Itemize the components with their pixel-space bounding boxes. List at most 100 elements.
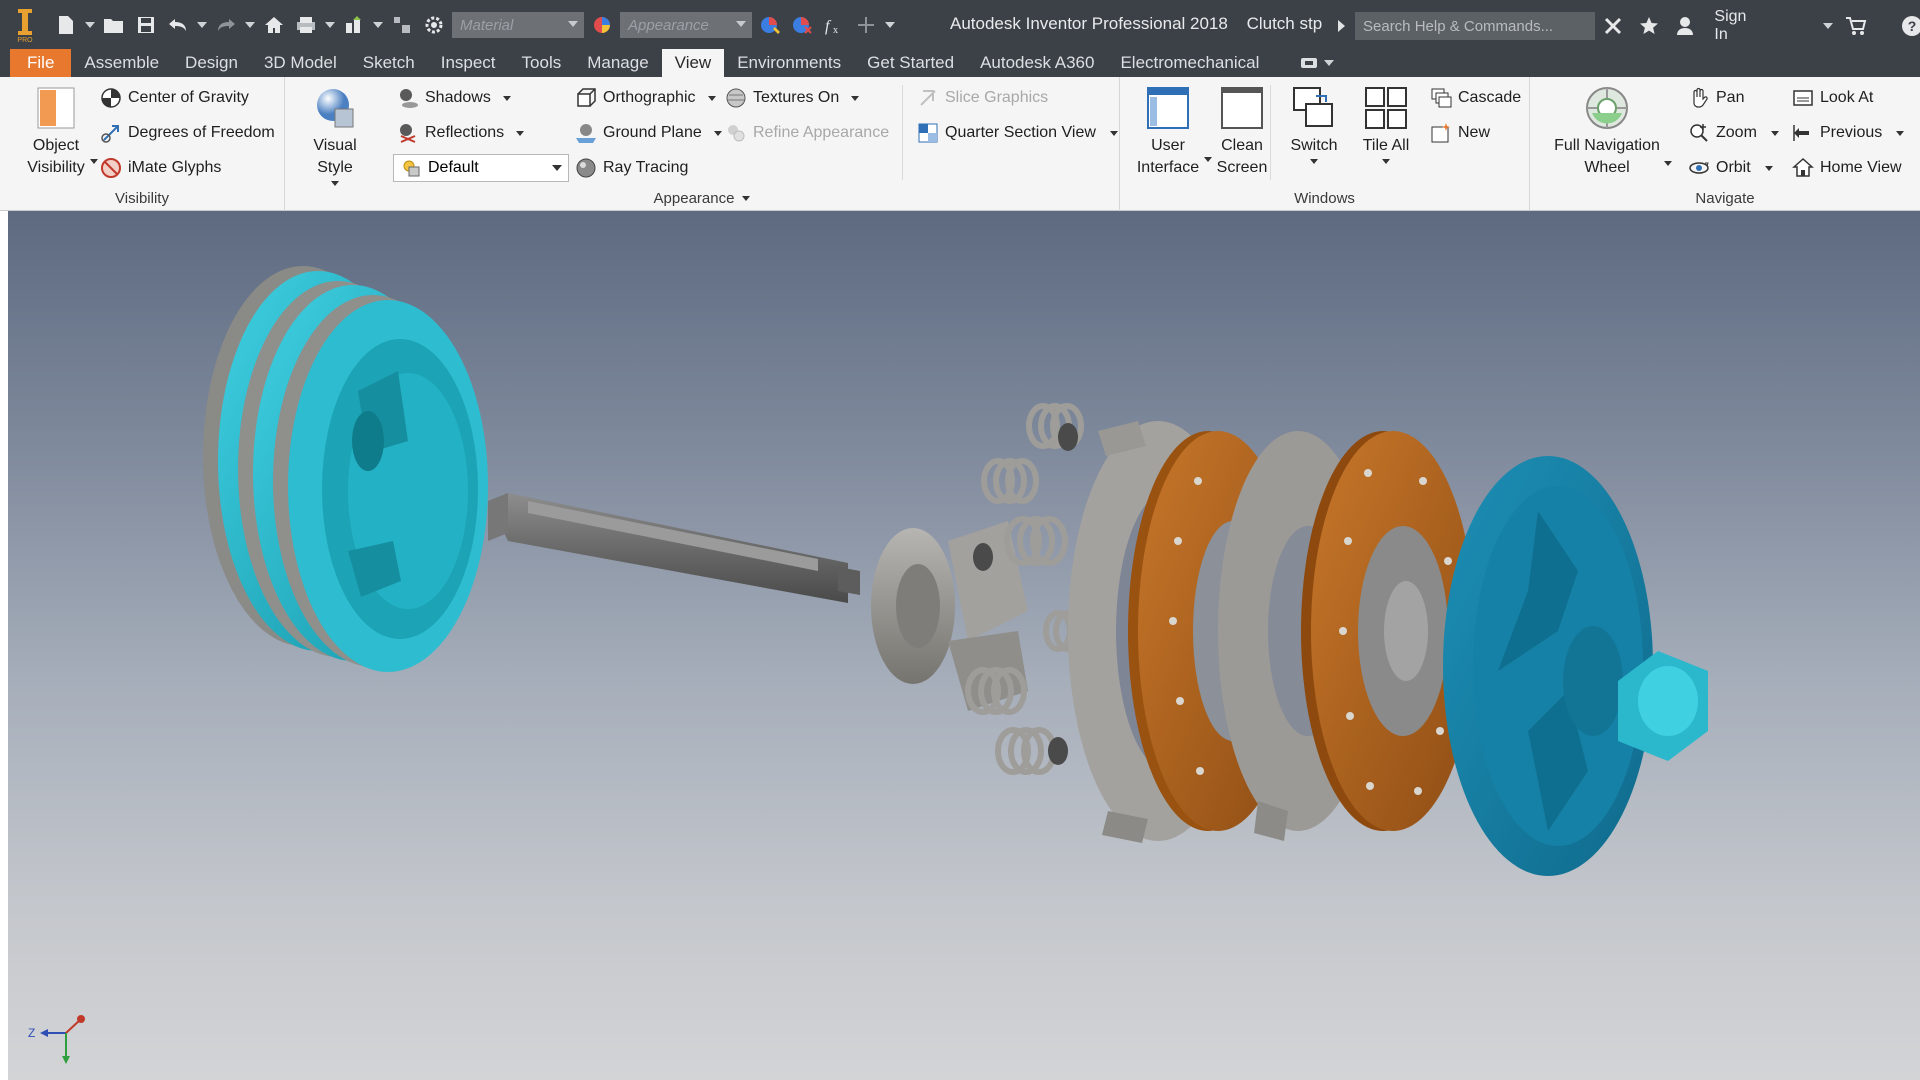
shaft-part[interactable] bbox=[488, 493, 860, 603]
object-visibility-button[interactable]: Object Visibility bbox=[14, 83, 98, 179]
select-icon[interactable] bbox=[388, 10, 416, 40]
tab-manage[interactable]: Manage bbox=[574, 49, 661, 77]
new-window-icon bbox=[1430, 122, 1452, 144]
switch-button[interactable]: Switch bbox=[1282, 83, 1346, 164]
pulley-part[interactable] bbox=[203, 266, 488, 672]
tab-view[interactable]: View bbox=[661, 49, 725, 77]
imate-glyphs-button[interactable]: iMate Glyphs bbox=[100, 154, 221, 182]
clean-screen-button[interactable]: Clean Screen bbox=[1210, 83, 1274, 179]
sign-in-link[interactable]: Sign In bbox=[1714, 8, 1761, 44]
settings-icon[interactable] bbox=[420, 10, 448, 40]
binoculars-icon[interactable] bbox=[1600, 11, 1626, 41]
redo-dropdown-caret[interactable] bbox=[244, 10, 256, 40]
new-file-icon[interactable] bbox=[52, 10, 80, 40]
refine-appearance-button[interactable]: Refine Appearance bbox=[725, 119, 889, 147]
save-icon[interactable] bbox=[132, 10, 160, 40]
look-at-button[interactable]: Look At bbox=[1792, 84, 1873, 112]
pan-label: Pan bbox=[1716, 89, 1745, 106]
full-navigation-wheel-button[interactable]: Full Navigation Wheel bbox=[1542, 83, 1672, 179]
print-icon[interactable] bbox=[292, 10, 320, 40]
measure-plus-icon[interactable] bbox=[852, 10, 880, 40]
reflections-button[interactable]: Reflections bbox=[397, 119, 525, 147]
lighting-style-select[interactable]: Default bbox=[393, 154, 569, 182]
update-icon[interactable] bbox=[340, 10, 368, 40]
tab-3d-model[interactable]: 3D Model bbox=[251, 49, 350, 77]
tab-tools[interactable]: Tools bbox=[509, 49, 575, 77]
orbit-button[interactable]: Orbit bbox=[1688, 154, 1773, 182]
cart-icon[interactable] bbox=[1843, 11, 1869, 41]
customize-qat-caret[interactable] bbox=[884, 10, 896, 40]
adjust-appearance-icon[interactable] bbox=[756, 10, 784, 40]
tab-autodesk-a360[interactable]: Autodesk A360 bbox=[967, 49, 1107, 77]
new-dropdown-caret[interactable] bbox=[84, 10, 96, 40]
user-icon[interactable] bbox=[1672, 11, 1698, 41]
new-window-button[interactable]: New bbox=[1430, 119, 1490, 147]
tab-inspect[interactable]: Inspect bbox=[428, 49, 509, 77]
appearance-panel-label[interactable]: Appearance bbox=[285, 190, 1119, 207]
redo-icon[interactable] bbox=[212, 10, 240, 40]
lighting-style-icon bbox=[400, 157, 422, 179]
ribbon-tabs: File Assemble Design 3D Model Sketch Ins… bbox=[0, 49, 1920, 77]
pressure-plate-part[interactable] bbox=[871, 521, 1028, 711]
update-dropdown-caret[interactable] bbox=[372, 10, 384, 40]
tab-electromechanical[interactable]: Electromechanical bbox=[1107, 49, 1272, 77]
zoom-button[interactable]: Zoom bbox=[1688, 119, 1779, 147]
inventor-logo-icon[interactable]: PRO bbox=[10, 5, 40, 45]
ray-tracing-button[interactable]: Ray Tracing bbox=[575, 154, 688, 182]
appearance-divider bbox=[902, 85, 903, 180]
appearance-select[interactable]: Appearance bbox=[620, 12, 752, 38]
panel-display-icon bbox=[1301, 58, 1318, 68]
undo-dropdown-caret[interactable] bbox=[196, 10, 208, 40]
ribbon-display-options[interactable] bbox=[1272, 49, 1335, 77]
cascade-label: Cascade bbox=[1458, 89, 1522, 106]
quarter-section-view-button[interactable]: Quarter Section View bbox=[917, 119, 1118, 147]
tile-all-button[interactable]: Tile All bbox=[1352, 83, 1420, 164]
degrees-of-freedom-button[interactable]: Degrees of Freedom bbox=[100, 119, 275, 147]
switch-windows-icon bbox=[1289, 83, 1339, 133]
slice-graphics-button[interactable]: Slice Graphics bbox=[917, 84, 1048, 112]
tab-sketch[interactable]: Sketch bbox=[350, 49, 428, 77]
reflections-icon bbox=[397, 122, 419, 144]
clutch-assembly-model[interactable] bbox=[8, 211, 1920, 1080]
visual-style-button[interactable]: Visual Style bbox=[295, 83, 375, 186]
center-of-gravity-button[interactable]: Center of Gravity bbox=[100, 84, 249, 112]
cascade-button[interactable]: Cascade bbox=[1430, 84, 1521, 112]
previous-caret bbox=[1896, 130, 1905, 136]
navigation-wheel-caret bbox=[1664, 161, 1672, 166]
undo-icon[interactable] bbox=[164, 10, 192, 40]
tab-get-started[interactable]: Get Started bbox=[854, 49, 967, 77]
pan-button[interactable]: Pan bbox=[1688, 84, 1744, 112]
tab-design[interactable]: Design bbox=[172, 49, 251, 77]
shadows-caret bbox=[502, 95, 511, 101]
open-folder-icon[interactable] bbox=[100, 10, 128, 40]
previous-view-button[interactable]: Previous bbox=[1792, 119, 1905, 147]
full-navigation-wheel-label: Full Navigation Wheel bbox=[1554, 137, 1660, 176]
user-interface-button[interactable]: User Interface bbox=[1130, 83, 1212, 179]
clutch-cover-part[interactable] bbox=[1443, 456, 1708, 876]
zoom-label: Zoom bbox=[1716, 124, 1757, 141]
clear-appearance-icon[interactable] bbox=[788, 10, 816, 40]
color-sphere-icon[interactable] bbox=[588, 10, 616, 40]
home-icon[interactable] bbox=[260, 10, 288, 40]
favorites-star-icon[interactable] bbox=[1636, 11, 1662, 41]
tab-assemble[interactable]: Assemble bbox=[71, 49, 172, 77]
graphics-viewport[interactable]: Z bbox=[8, 211, 1920, 1080]
home-view-button[interactable]: Home View bbox=[1792, 154, 1902, 182]
material-placeholder: Material bbox=[460, 16, 514, 34]
search-help-input[interactable]: Search Help & Commands... bbox=[1355, 12, 1595, 40]
help-icon[interactable]: ? bbox=[1899, 11, 1920, 41]
shadows-button[interactable]: Shadows bbox=[397, 84, 511, 112]
textures-on-button[interactable]: Textures On bbox=[725, 84, 860, 112]
parameters-fx-icon[interactable]: fx bbox=[820, 10, 848, 40]
material-select[interactable]: Material bbox=[452, 12, 584, 38]
orthographic-button[interactable]: Orthographic bbox=[575, 84, 716, 112]
imate-glyphs-label: iMate Glyphs bbox=[128, 159, 222, 176]
orbit-label: Orbit bbox=[1716, 159, 1751, 176]
view-triad-icon[interactable]: Z bbox=[26, 1001, 96, 1071]
sign-in-dropdown-caret[interactable] bbox=[1822, 11, 1833, 41]
search-expand-arrow-icon[interactable] bbox=[1338, 20, 1345, 32]
ground-plane-button[interactable]: Ground Plane bbox=[575, 119, 722, 147]
print-dropdown-caret[interactable] bbox=[324, 10, 336, 40]
tab-file[interactable]: File bbox=[10, 49, 72, 77]
tab-environments[interactable]: Environments bbox=[724, 49, 854, 77]
